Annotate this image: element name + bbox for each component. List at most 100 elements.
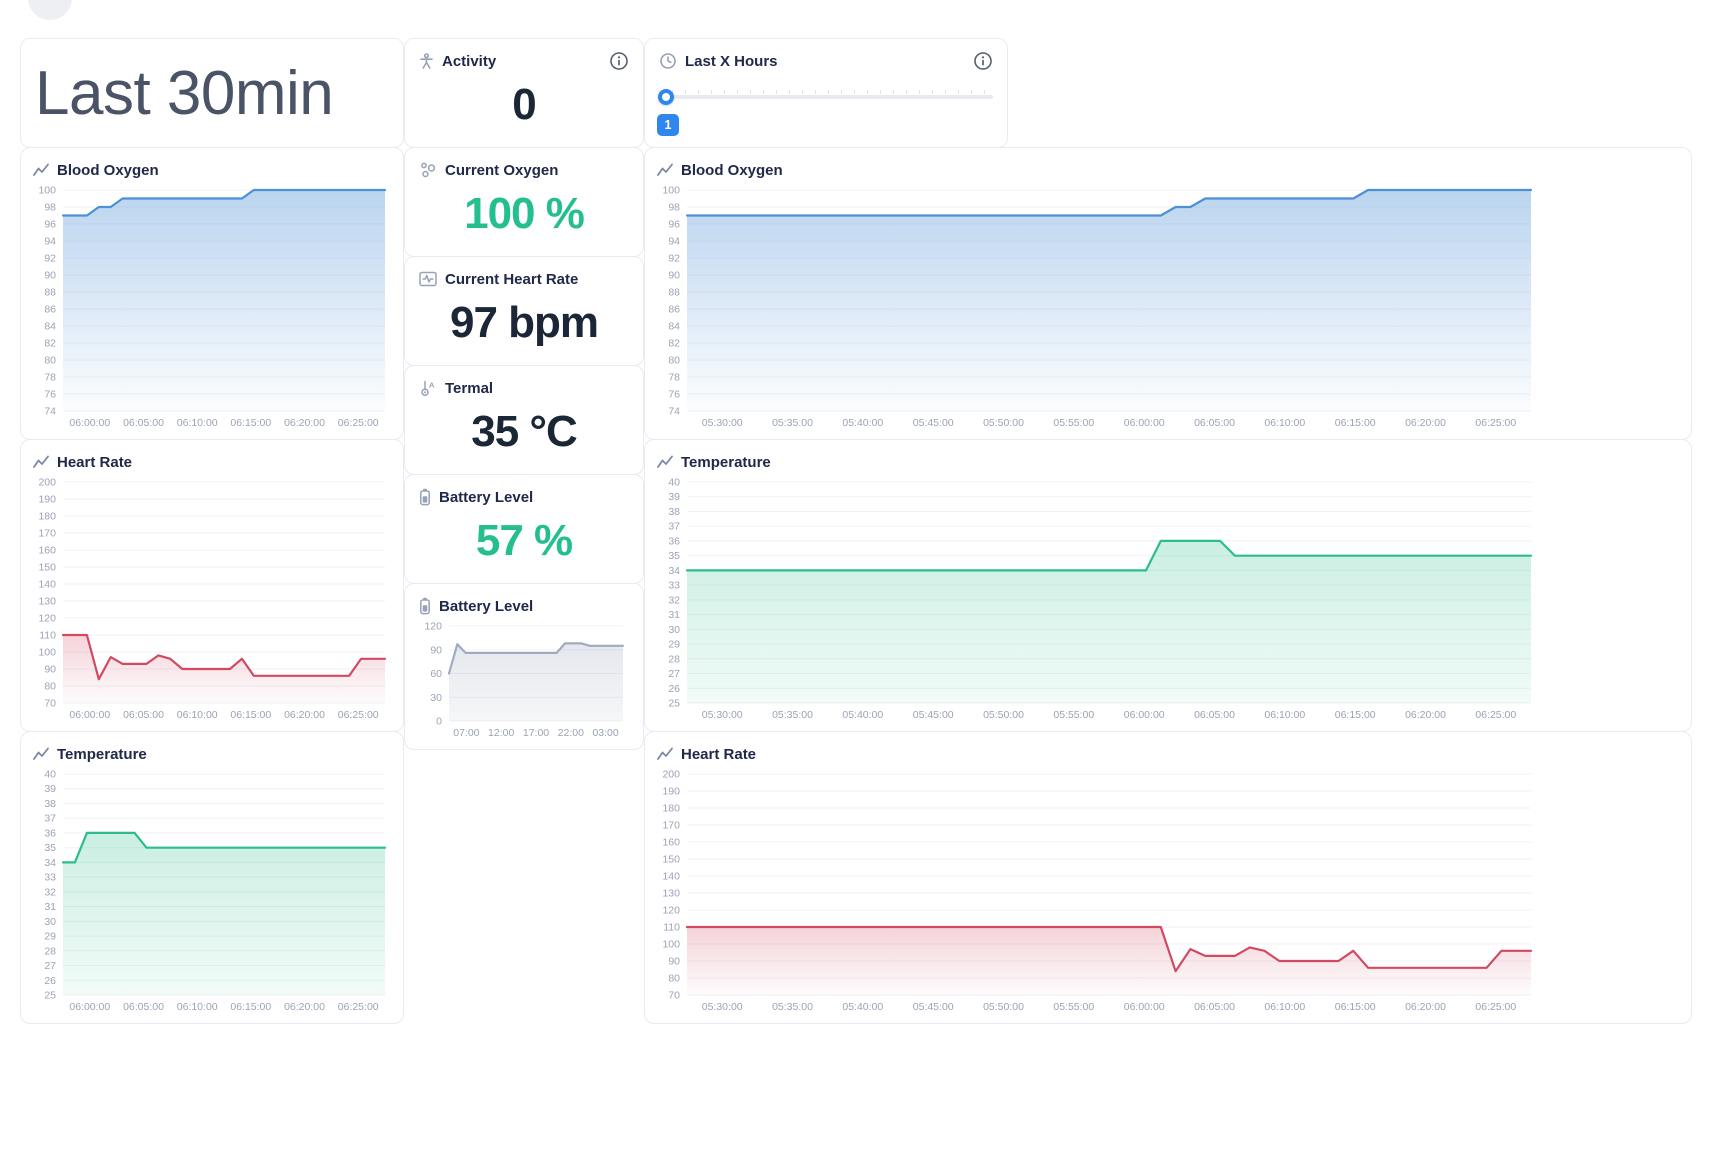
chart-title: Blood Oxygen xyxy=(681,162,783,179)
svg-text:96: 96 xyxy=(44,219,56,231)
svg-text:100: 100 xyxy=(38,647,56,659)
svg-text:28: 28 xyxy=(44,945,56,957)
svg-text:06:00:00: 06:00:00 xyxy=(1124,709,1165,721)
svg-text:06:00:00: 06:00:00 xyxy=(69,1001,110,1013)
svg-text:05:35:00: 05:35:00 xyxy=(772,709,813,721)
svg-text:05:45:00: 05:45:00 xyxy=(913,1001,954,1013)
battery-level-value: 57 % xyxy=(419,509,629,573)
svg-text:06:15:00: 06:15:00 xyxy=(1335,1001,1376,1013)
slider-track[interactable] xyxy=(659,95,993,99)
current-heart-rate-value: 97 bpm xyxy=(419,291,629,355)
line-chart-icon xyxy=(33,747,49,761)
svg-text:150: 150 xyxy=(662,854,680,866)
svg-text:90: 90 xyxy=(668,956,680,968)
chart-title: Battery Level xyxy=(439,598,533,615)
svg-text:06:00:00: 06:00:00 xyxy=(1124,417,1165,429)
svg-text:70: 70 xyxy=(44,698,56,710)
svg-text:06:00:00: 06:00:00 xyxy=(69,417,110,429)
chart-card-temperature-1h: Temperature 4039383736353433323130292827… xyxy=(644,439,1692,732)
heart-chart-icon xyxy=(419,271,437,287)
svg-text:35: 35 xyxy=(668,550,680,562)
svg-text:160: 160 xyxy=(662,837,680,849)
svg-text:05:55:00: 05:55:00 xyxy=(1053,1001,1094,1013)
activity-card: Activity 0 xyxy=(404,38,644,148)
svg-text:60: 60 xyxy=(430,668,442,680)
middle-column: Activity 0 Current Oxygen 100 % Current … xyxy=(404,38,644,750)
line-chart-icon xyxy=(33,163,49,177)
svg-text:06:10:00: 06:10:00 xyxy=(1264,1001,1305,1013)
svg-text:05:35:00: 05:35:00 xyxy=(772,417,813,429)
last-x-hours-card: Last X Hours 1 xyxy=(644,38,1008,148)
slider-label: Last X Hours xyxy=(685,53,778,70)
stat-label: Battery Level xyxy=(439,489,533,506)
svg-text:06:15:00: 06:15:00 xyxy=(1335,709,1376,721)
svg-text:100: 100 xyxy=(662,185,680,197)
svg-text:28: 28 xyxy=(668,653,680,665)
svg-text:120: 120 xyxy=(38,613,56,625)
current-heart-rate-card: Current Heart Rate 97 bpm xyxy=(404,256,644,366)
right-column: Last X Hours 1 Blood Oxygen 100989694929… xyxy=(644,38,1692,1024)
svg-text:06:10:00: 06:10:00 xyxy=(177,1001,218,1013)
svg-text:70: 70 xyxy=(668,990,680,1002)
svg-text:06:10:00: 06:10:00 xyxy=(177,417,218,429)
hours-slider: 1 xyxy=(659,89,993,141)
svg-text:36: 36 xyxy=(44,827,56,839)
svg-text:06:25:00: 06:25:00 xyxy=(1475,709,1516,721)
thermometer-icon: A xyxy=(419,379,437,397)
svg-text:06:15:00: 06:15:00 xyxy=(1335,417,1376,429)
svg-text:06:25:00: 06:25:00 xyxy=(338,417,379,429)
svg-text:06:20:00: 06:20:00 xyxy=(284,709,325,721)
svg-text:36: 36 xyxy=(668,535,680,547)
avatar[interactable] xyxy=(28,0,72,20)
svg-text:06:00:00: 06:00:00 xyxy=(69,709,110,721)
svg-text:190: 190 xyxy=(662,786,680,798)
svg-text:30: 30 xyxy=(430,692,442,704)
svg-text:110: 110 xyxy=(663,922,680,934)
svg-text:86: 86 xyxy=(44,304,56,316)
svg-text:05:40:00: 05:40:00 xyxy=(842,417,883,429)
svg-text:40: 40 xyxy=(44,769,56,781)
svg-text:12:00: 12:00 xyxy=(488,727,514,739)
svg-text:84: 84 xyxy=(44,321,56,333)
svg-text:110: 110 xyxy=(39,630,56,642)
svg-text:06:25:00: 06:25:00 xyxy=(338,1001,379,1013)
svg-text:78: 78 xyxy=(44,372,56,384)
svg-text:90: 90 xyxy=(430,644,442,656)
battery-icon xyxy=(419,488,431,506)
svg-text:29: 29 xyxy=(44,931,56,943)
info-icon[interactable] xyxy=(609,51,629,71)
temperature-chart-30min: 4039383736353433323130292827262506:00:00… xyxy=(33,766,391,1015)
svg-text:07:00: 07:00 xyxy=(453,727,479,739)
svg-text:05:50:00: 05:50:00 xyxy=(983,1001,1024,1013)
svg-text:06:25:00: 06:25:00 xyxy=(338,709,379,721)
svg-text:25: 25 xyxy=(668,698,680,710)
svg-text:17:00: 17:00 xyxy=(523,727,549,739)
stat-label: Current Heart Rate xyxy=(445,271,578,288)
svg-text:05:55:00: 05:55:00 xyxy=(1053,417,1094,429)
battery-level-chart: 120906030007:0012:0017:0022:0003:00 xyxy=(419,618,629,741)
svg-text:05:40:00: 05:40:00 xyxy=(842,709,883,721)
svg-text:31: 31 xyxy=(668,609,680,621)
svg-text:06:15:00: 06:15:00 xyxy=(230,417,271,429)
stat-label: Termal xyxy=(445,380,493,397)
slider-value-badge: 1 xyxy=(657,114,679,136)
slider-handle[interactable] xyxy=(658,89,674,105)
line-chart-icon xyxy=(33,455,49,469)
svg-text:06:20:00: 06:20:00 xyxy=(284,1001,325,1013)
svg-text:06:05:00: 06:05:00 xyxy=(1194,1001,1235,1013)
svg-text:06:00:00: 06:00:00 xyxy=(1124,1001,1165,1013)
current-oxygen-value: 100 % xyxy=(419,182,629,246)
svg-text:33: 33 xyxy=(44,872,56,884)
termal-value: 35 °C xyxy=(419,400,629,464)
svg-text:05:40:00: 05:40:00 xyxy=(842,1001,883,1013)
info-icon[interactable] xyxy=(973,51,993,71)
svg-text:90: 90 xyxy=(44,664,56,676)
svg-text:90: 90 xyxy=(44,270,56,282)
svg-text:05:30:00: 05:30:00 xyxy=(702,709,743,721)
chart-card-blood-oxygen-30min: Blood Oxygen 100989694929088868482807876… xyxy=(20,147,404,440)
svg-text:130: 130 xyxy=(662,888,680,900)
left-column: Last 30min Blood Oxygen 1009896949290888… xyxy=(20,38,404,1024)
svg-text:96: 96 xyxy=(668,219,680,231)
chart-title: Temperature xyxy=(57,746,147,763)
termal-card: A Termal 35 °C xyxy=(404,365,644,475)
